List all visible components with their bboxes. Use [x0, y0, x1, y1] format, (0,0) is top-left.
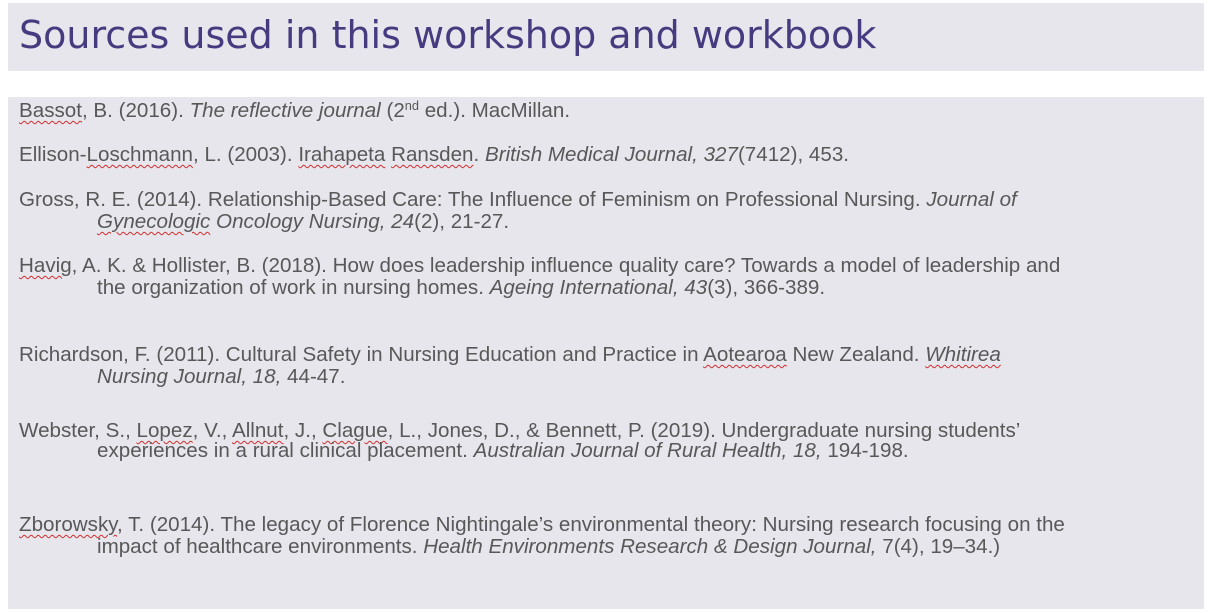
- journal-title: Ageing International, 43: [489, 276, 708, 299]
- slide-title: Sources used in this workshop and workbo…: [19, 13, 877, 57]
- reference-ellison-loschmann: Ellison-Loschmann, L. (2003). Irahapeta …: [19, 143, 849, 166]
- author-surname: Bassot: [19, 99, 82, 122]
- reference-havig: Havig, A. K. & Hollister, B. (2018). How…: [19, 254, 1061, 299]
- reference-richardson: Richardson, F. (2011). Cultural Safety i…: [19, 343, 1001, 388]
- author-surname: Havig: [19, 254, 72, 277]
- reference-webster: Webster, S., Lopez, V., Allnut, J., Clag…: [19, 419, 1021, 462]
- author-surname: Zborowsky: [19, 513, 118, 536]
- author-surname: Loschmann: [86, 143, 193, 166]
- reference-bassot: Bassot, B. (2016). The reflective journa…: [19, 97, 571, 122]
- book-title: The reflective journal: [189, 99, 381, 122]
- title-panel: Sources used in this workshop and workbo…: [8, 3, 1204, 71]
- journal-title: Australian Journal of Rural Health, 18,: [473, 439, 822, 462]
- journal-title: Journal of: [926, 188, 1017, 211]
- references-panel: Bassot, B. (2016). The reflective journa…: [8, 97, 1204, 609]
- reference-zborowsky: Zborowsky, T. (2014). The legacy of Flor…: [19, 513, 1065, 558]
- journal-title: British Medical Journal, 327: [484, 143, 738, 166]
- journal-title: Whitirea: [925, 343, 1001, 366]
- reference-gross: Gross, R. E. (2014). Relationship-Based …: [19, 188, 1017, 233]
- journal-title: Health Environments Research & Design Jo…: [423, 535, 883, 558]
